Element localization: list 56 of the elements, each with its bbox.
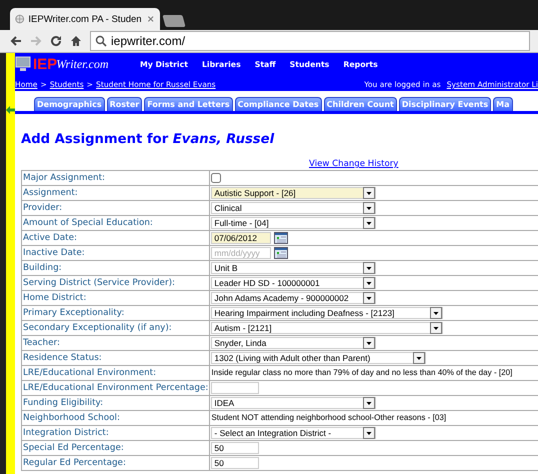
dropdown-field[interactable]: Unit B [211, 262, 376, 274]
dropdown-field[interactable]: Clinical [211, 202, 376, 214]
logo-text: IEP [33, 56, 58, 72]
field-label: Major Assignment: [23, 173, 105, 183]
new-tab-button[interactable] [162, 15, 186, 27]
address-bar[interactable]: iepwriter.com/ [90, 31, 530, 51]
field-label: Regular Ed Percentage: [23, 458, 126, 468]
back-icon[interactable] [10, 35, 22, 47]
dropdown-field[interactable]: Hearing Impairment including Deafness - [2123] [211, 307, 444, 319]
dropdown-field[interactable]: Snyder, Linda [211, 337, 376, 349]
change-history-link[interactable]: View Change History [309, 159, 538, 169]
field-label: Special Ed Percentage: [23, 443, 124, 453]
dropdown-field[interactable]: 1302 (Living with Adult other than Parent) [211, 352, 426, 364]
dropdown-field[interactable]: John Adams Academy - 900000002 [211, 292, 376, 304]
field-label: Amount of Special Education: [23, 218, 153, 228]
field-label: Provider: [23, 203, 62, 213]
field-label: Primary Exceptionality: [23, 308, 124, 318]
field-label: Assignment: [23, 188, 78, 198]
dropdown-field[interactable]: Leader HD SD - 100000001 [211, 277, 376, 289]
field-label: Residence Status: [23, 353, 102, 363]
browser-tab[interactable]: IEPWriter.com PA - Studen [10, 8, 160, 30]
calendar-icon[interactable] [274, 247, 288, 259]
major-assignment-checkbox[interactable] [211, 172, 222, 183]
dropdown-field[interactable]: Autism - [2121] [211, 322, 444, 334]
dropdown-field[interactable]: - Select an Integration District - [211, 427, 376, 439]
calendar-icon[interactable] [274, 232, 288, 244]
field-label: Inactive Date: [23, 248, 85, 258]
dropdown-field[interactable]: IDEA [211, 397, 376, 409]
text-field[interactable]: 50 [211, 442, 260, 454]
field-label: LRE/Educational Environment: [23, 368, 156, 378]
field-label: Integration District: [23, 428, 109, 438]
date-field[interactable]: mm/dd/yyyy [211, 247, 272, 259]
page-title: Add Assignment for Evans, Russel [21, 132, 276, 147]
back-arrow-icon[interactable] [6, 105, 15, 115]
field-label: Teacher: [23, 338, 60, 348]
field-label: Funding Eligibility: [23, 398, 104, 408]
field-label: Active Date: [23, 233, 77, 243]
field-label: Building: [23, 263, 62, 273]
field-label: Secondary Exceptionality (if any): [23, 323, 172, 333]
reload-icon[interactable] [50, 35, 62, 47]
field-label: LRE/Educational Environment Percentage: [23, 383, 208, 393]
dropdown-field[interactable]: Full-time - [04] [211, 217, 376, 229]
field-label: Serving District (Service Provider): [23, 278, 175, 288]
logo-text: Writer.com [56, 56, 109, 72]
date-field[interactable]: 07/06/2012 [211, 232, 272, 244]
field-label: Home District: [23, 293, 86, 303]
globe-icon [15, 13, 24, 25]
field-value: Student NOT attending neighborhood school-Other reasons - [03] [211, 413, 446, 422]
search-icon [95, 35, 107, 47]
computer-icon [15, 56, 31, 72]
field-label: Neighborhood School: [23, 413, 120, 423]
dropdown-field[interactable]: Autistic Support - [26] [211, 187, 376, 199]
field-value: Inside regular class no more than 79% of day and no less than 40% of the day - [20] [211, 368, 512, 377]
text-field[interactable] [211, 382, 260, 394]
home-icon[interactable] [70, 35, 82, 47]
text-field[interactable]: 50 [211, 457, 260, 469]
